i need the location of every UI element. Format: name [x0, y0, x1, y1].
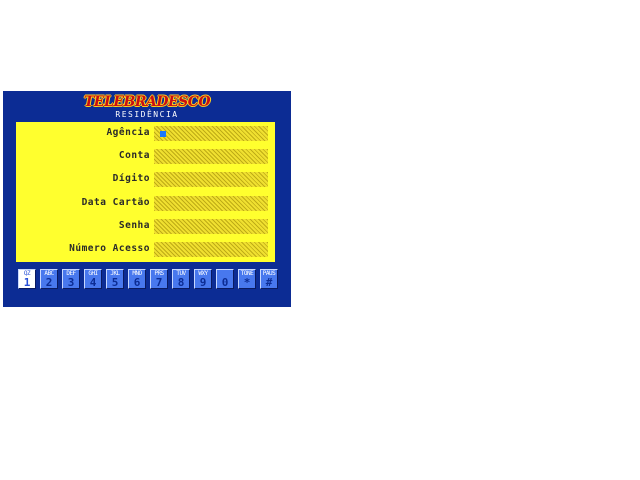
key-6[interactable]: MNO 6 — [128, 269, 146, 289]
phone-keypad: QZ 1 ABC 2 DEF 3 GHI 4 JKL 5 MNO 6 PRS 7… — [16, 269, 278, 291]
key-digit: 9 — [199, 276, 207, 289]
key-7[interactable]: PRS 7 — [150, 269, 168, 289]
agencia-field[interactable] — [154, 126, 268, 141]
form-row-digito: Dígito — [16, 172, 275, 187]
form-row-data-cartao: Data Cartão — [16, 196, 275, 211]
data-cartao-label: Data Cartão — [81, 197, 150, 208]
key-5[interactable]: JKL 5 — [106, 269, 124, 289]
key-digit: * — [243, 276, 251, 289]
telebradesco-panel: TELEBRADESCO RESIDÊNCIA Agência Conta Dí… — [3, 91, 291, 307]
panel-subtitle: RESIDÊNCIA — [115, 110, 179, 119]
agencia-label: Agência — [106, 127, 150, 138]
form-row-agencia: Agência — [16, 126, 275, 141]
key-digit: 1 — [23, 276, 31, 289]
key-4[interactable]: GHI 4 — [84, 269, 102, 289]
key-9[interactable]: WXY 9 — [194, 269, 212, 289]
text-cursor — [160, 131, 166, 137]
numero-acesso-field[interactable] — [154, 242, 268, 257]
key-1[interactable]: QZ 1 — [18, 269, 36, 289]
key-digit: 6 — [133, 276, 141, 289]
key-digit: 3 — [67, 276, 75, 289]
key-digit: 8 — [177, 276, 185, 289]
data-cartao-field[interactable] — [154, 196, 268, 211]
key-digit: 2 — [45, 276, 53, 289]
key-2[interactable]: ABC 2 — [40, 269, 58, 289]
form-row-senha: Senha — [16, 219, 275, 234]
key-8[interactable]: TUV 8 — [172, 269, 190, 289]
key-digit: 5 — [111, 276, 119, 289]
form-row-conta: Conta — [16, 149, 275, 164]
conta-label: Conta — [118, 150, 150, 161]
conta-field[interactable] — [154, 149, 268, 164]
digito-field[interactable] — [154, 172, 268, 187]
key-hash[interactable]: PAUS # — [260, 269, 278, 289]
digito-label: Dígito — [112, 173, 150, 184]
key-star[interactable]: TONE * — [238, 269, 256, 289]
key-digit: 7 — [155, 276, 163, 289]
key-3[interactable]: DEF 3 — [62, 269, 80, 289]
telebradesco-logo: TELEBRADESCO — [83, 94, 211, 110]
key-digit: 4 — [89, 276, 97, 289]
senha-label: Senha — [118, 220, 150, 231]
key-digit: # — [265, 276, 273, 289]
login-form: Agência Conta Dígito Data Cartão Senha N… — [16, 122, 275, 262]
key-digit: 0 — [221, 276, 229, 289]
numero-acesso-label: Número Acesso — [69, 243, 150, 254]
key-0[interactable]: 0 — [216, 269, 234, 289]
senha-field[interactable] — [154, 219, 268, 234]
form-row-numero-acesso: Número Acesso — [16, 242, 275, 257]
